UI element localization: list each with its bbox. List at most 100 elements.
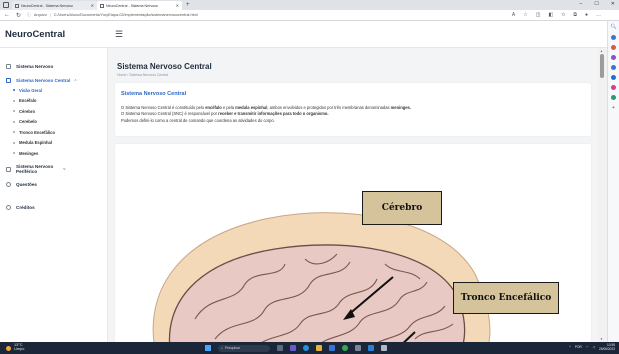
favorite-star-icon[interactable]: ☆ bbox=[523, 12, 527, 18]
browser-tab-active[interactable]: NeuroCentral - Sistema Nervoso ✕ bbox=[97, 1, 182, 10]
weather-description: Limpo bbox=[14, 347, 25, 351]
text-bold: receber e transmitir informações para to… bbox=[218, 111, 329, 117]
brand-logo[interactable]: NeuroCentral bbox=[0, 29, 112, 40]
settings-icon[interactable] bbox=[355, 345, 361, 351]
scrollbar-thumb[interactable] bbox=[600, 54, 604, 78]
sidebar-subitem-label: Medula Espinhal bbox=[19, 140, 53, 146]
intro-paragraph-3: Podemos defini-lo como a central de coma… bbox=[121, 117, 275, 123]
extensions-icon[interactable]: ◫ bbox=[536, 12, 541, 18]
search-icon[interactable]: 🔍︎ bbox=[610, 24, 616, 30]
taskbar-apps: ⌕ Pesquisar bbox=[205, 344, 387, 352]
sidebar-item-creditos[interactable]: Créditos bbox=[0, 203, 107, 213]
breadcrumb: Home / Sistema Nervoso Central bbox=[117, 73, 169, 77]
url-field[interactable]: ⓘ Arquivo | C:/Users/Aluno/Documents/Yur… bbox=[27, 13, 512, 18]
chrome-icon[interactable] bbox=[342, 345, 348, 351]
outlook-icon[interactable] bbox=[611, 75, 616, 80]
chat-icon[interactable] bbox=[290, 345, 296, 351]
read-aloud-icon[interactable]: A bbox=[512, 12, 515, 18]
designer-icon[interactable] bbox=[611, 85, 616, 90]
text: O Sistema Nervoso Central (SNC) é respon… bbox=[121, 111, 219, 117]
vscode-icon[interactable] bbox=[368, 345, 374, 351]
search-placeholder: Pesquisar bbox=[224, 346, 240, 350]
tools-icon[interactable] bbox=[611, 45, 616, 50]
sidebar-item-label-line2: Periférico bbox=[16, 169, 38, 174]
tray-chevron-icon[interactable]: ^ bbox=[569, 345, 571, 349]
app-header: NeuroCentral ☰ bbox=[0, 21, 607, 48]
page-icon bbox=[15, 3, 19, 8]
app-icon[interactable] bbox=[381, 345, 387, 351]
games-icon[interactable] bbox=[611, 55, 616, 60]
volume-icon[interactable]: ◁ bbox=[593, 345, 595, 349]
office-icon[interactable] bbox=[611, 65, 616, 70]
sidebar-subitem-medula-espinhal[interactable]: Medula Espinhal bbox=[0, 138, 107, 149]
sidebar-item-label: Sistema Nervoso Periférico bbox=[16, 164, 53, 175]
brain-icon bbox=[6, 77, 11, 83]
address-bar: ← ↻ ⓘ Arquivo | C:/Users/Aluno/Documents… bbox=[0, 10, 619, 21]
scroll-up-icon[interactable]: ▲ bbox=[600, 49, 603, 53]
text: O Sistema Nervoso Central é constituído … bbox=[121, 105, 206, 110]
page-title: Sistema Nervoso Central bbox=[117, 62, 212, 71]
minimize-button[interactable]: – bbox=[580, 1, 583, 7]
search-icon: ⌕ bbox=[221, 346, 223, 350]
language-indicator[interactable]: POR bbox=[575, 345, 582, 349]
nerve-icon bbox=[6, 166, 11, 172]
weather-text: 13°C Limpo bbox=[14, 343, 25, 352]
sidebar-item-label-line1: Sistema Nervoso bbox=[16, 163, 54, 169]
wifi-icon[interactable]: ◠ bbox=[586, 345, 589, 349]
sidebar-subitem-visao-geral[interactable]: Visão Geral bbox=[0, 85, 107, 96]
question-icon bbox=[6, 182, 11, 187]
taskbar-search[interactable]: ⌕ Pesquisar bbox=[218, 344, 270, 352]
sidebar-subitem-meninges[interactable]: Meninges bbox=[0, 148, 107, 159]
drop-icon[interactable] bbox=[611, 95, 616, 100]
browser-tab[interactable]: NeuroCentral - Sistema Nervoso ✕ bbox=[12, 1, 97, 10]
window-menu-icon[interactable] bbox=[3, 2, 9, 8]
sidebar-subitem-encefalo[interactable]: Encéfalo bbox=[0, 96, 107, 107]
sidebar-subitem-cerebro[interactable]: Cérebro bbox=[0, 106, 107, 117]
close-window-button[interactable]: ✕ bbox=[611, 1, 615, 7]
more-options-icon[interactable]: … bbox=[596, 12, 601, 18]
back-arrow-icon[interactable]: ← bbox=[4, 12, 10, 18]
clock-date: 26/06/2023 bbox=[599, 347, 615, 351]
favorites-icon[interactable]: ✩ bbox=[561, 12, 565, 18]
bullet-icon bbox=[13, 89, 15, 92]
close-tab-icon[interactable]: ✕ bbox=[176, 3, 179, 8]
user-icon bbox=[6, 205, 11, 210]
sidebar-item-label: Questões bbox=[16, 182, 37, 187]
sidebar-subitem-tronco-encefalico[interactable]: Tronco Encefálico bbox=[0, 127, 107, 138]
sidebar-item-questoes[interactable]: Questões bbox=[0, 180, 107, 190]
chevron-up-icon: ^ bbox=[74, 77, 77, 83]
file-explorer-icon[interactable] bbox=[316, 345, 322, 351]
sidebar-subitem-label: Cerebelo bbox=[19, 119, 37, 125]
scroll-down-icon[interactable]: ▼ bbox=[600, 337, 603, 341]
store-icon[interactable] bbox=[329, 345, 335, 351]
url-separator: | bbox=[49, 13, 51, 17]
refresh-icon[interactable]: ↻ bbox=[16, 12, 21, 19]
label-tronco-encefalico: Tronco Encefálico bbox=[453, 282, 559, 314]
sidebar-item-sistema-nervoso[interactable]: Sistema Nervoso bbox=[0, 61, 107, 71]
close-tab-icon[interactable]: ✕ bbox=[91, 3, 94, 8]
taskview-icon[interactable] bbox=[277, 345, 283, 351]
browser-side-panel: 🔍︎ + bbox=[607, 21, 619, 342]
add-icon[interactable]: + bbox=[612, 105, 615, 111]
clock[interactable]: 13:55 26/06/2023 bbox=[599, 343, 615, 351]
menu-toggle-icon[interactable]: ☰ bbox=[115, 29, 123, 40]
start-button[interactable] bbox=[205, 345, 211, 351]
collections-icon[interactable]: ⧉ bbox=[573, 12, 577, 18]
sidebar-subitem-cerebelo[interactable]: Cerebelo bbox=[0, 117, 107, 128]
sidebar-item-sistema-nervoso-central[interactable]: Sistema Nervoso Central ^ bbox=[0, 75, 107, 85]
maximize-button[interactable]: ☐ bbox=[594, 1, 598, 7]
main-content: Sistema Nervoso Central Home / Sistema N… bbox=[109, 48, 598, 349]
split-screen-icon[interactable]: ◧ bbox=[548, 12, 553, 18]
new-tab-button[interactable]: + bbox=[186, 2, 190, 8]
sidebar: Sistema Nervoso Sistema Nervoso Central … bbox=[0, 48, 108, 342]
window-controls: – ☐ ✕ bbox=[580, 1, 615, 7]
browser-toolbar-icons: A ☆ ◫ ◧ ✩ ⧉ ● … bbox=[512, 12, 601, 18]
sidebar-item-sistema-nervoso-periferico[interactable]: Sistema Nervoso Periférico v bbox=[0, 161, 107, 178]
edge-icon[interactable] bbox=[303, 345, 309, 351]
weather-widget[interactable]: 13°C Limpo bbox=[0, 343, 90, 352]
shopping-icon[interactable] bbox=[611, 35, 616, 40]
brain-figure-card: Cérebro Tronco Encefálico bbox=[115, 144, 591, 349]
sidebar-subitem-label: Visão Geral bbox=[19, 87, 42, 93]
page-scrollbar[interactable]: ▲ ▼ bbox=[598, 48, 607, 342]
profile-icon[interactable]: ● bbox=[585, 12, 588, 18]
